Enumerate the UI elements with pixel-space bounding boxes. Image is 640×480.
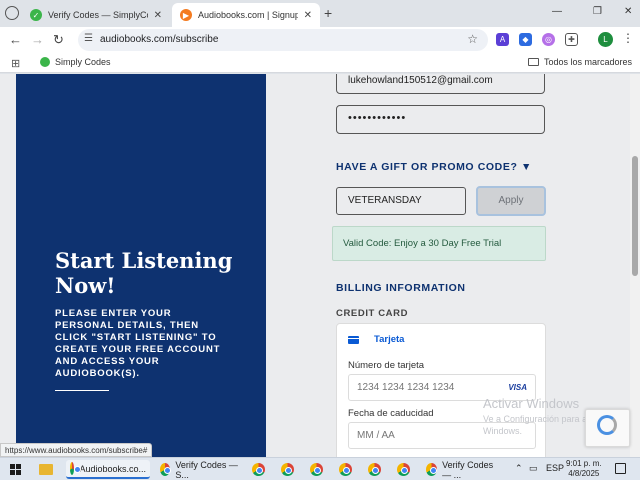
close-window-icon[interactable]: ✕: [624, 6, 632, 17]
billing-heading: BILLING INFORMATION: [336, 282, 466, 294]
minimize-icon[interactable]: —: [552, 6, 562, 17]
bookmarks-bar: ⊞ Simply Codes Todos los marcadores: [0, 53, 640, 73]
hero-title: Start Listening Now!: [55, 248, 233, 298]
tab-label: Audiobooks.com | Signup for a: [198, 10, 298, 20]
bookmark-simply-codes[interactable]: Simply Codes: [40, 57, 111, 67]
status-url-bubble: https://www.audiobooks.com/subscribe#: [0, 443, 153, 457]
taskbar-app-audiobooks[interactable]: Audiobooks.co...: [66, 460, 150, 479]
clock-time: 9:01 p. m.: [566, 459, 602, 468]
extensions-puzzle-icon[interactable]: ✚: [565, 33, 578, 46]
menu-kebab-icon[interactable]: ⋮: [622, 31, 634, 45]
chrome-icon[interactable]: [310, 463, 323, 476]
apps-grid-icon[interactable]: ⊞: [11, 57, 20, 70]
back-icon[interactable]: ←: [9, 32, 22, 47]
bookmark-star-icon[interactable]: ☆: [467, 32, 478, 46]
clock-date: 4/8/2025: [568, 469, 600, 478]
hero-body: PLEASE ENTER YOUR PERSONAL DETAILS, THEN…: [55, 308, 221, 379]
all-bookmarks[interactable]: Todos los marcadores: [527, 57, 632, 67]
card-number-label: Número de tarjeta: [348, 360, 425, 371]
tab-audiobooks[interactable]: ▶ Audiobooks.com | Signup for a ✕: [172, 3, 320, 27]
shield-icon[interactable]: ◆: [519, 33, 532, 46]
valid-code-alert: Valid Code: Enjoy a 30 Day Free Trial: [332, 226, 546, 261]
apply-button[interactable]: Apply: [476, 186, 546, 216]
page-scrollbar[interactable]: [630, 74, 640, 457]
password-field[interactable]: ••••••••••••: [336, 105, 545, 134]
all-bookmarks-label: Todos los marcadores: [543, 57, 632, 67]
close-icon[interactable]: ✕: [304, 10, 312, 21]
taskbar-app-verify-codes-2[interactable]: Verify Codes — ...: [422, 459, 508, 480]
close-icon[interactable]: ✕: [154, 10, 162, 21]
reload-icon[interactable]: ↻: [53, 32, 64, 48]
extension-a-icon[interactable]: A: [496, 33, 509, 46]
forward-icon[interactable]: →: [31, 32, 44, 47]
card-tab-label: Tarjeta: [374, 334, 405, 345]
browser-toolbar: ← → ↻ ☰ audiobooks.com/subscribe ☆ A ◆ ◎…: [0, 27, 640, 53]
chrome-icon: [70, 462, 83, 475]
expiry-label: Fecha de caducidad: [348, 408, 434, 419]
visa-icon: VISA: [508, 383, 527, 392]
tab-strip: ✓ Verify Codes — SimplyCodes ✕ ▶ Audiobo…: [0, 0, 640, 27]
file-explorer-icon[interactable]: [39, 464, 53, 475]
profile-avatar[interactable]: L: [598, 32, 613, 47]
site-info-icon[interactable]: ☰: [84, 33, 93, 44]
recaptcha-icon: [597, 415, 617, 435]
card-number-placeholder: 1234 1234 1234 1234: [357, 382, 455, 393]
hero-divider: [55, 390, 109, 391]
extension-purple-icon[interactable]: ◎: [542, 33, 555, 46]
chevron-up-icon[interactable]: ⌃: [515, 463, 523, 474]
taskbar-clock[interactable]: 9:01 p. m. 4/8/2025: [566, 459, 602, 479]
audiobooks-favicon-icon: ▶: [180, 9, 192, 21]
scrollbar-thumb[interactable]: [632, 156, 638, 276]
notification-icon[interactable]: [615, 463, 626, 474]
address-bar[interactable]: ☰ audiobooks.com/subscribe ☆: [78, 29, 488, 51]
network-icon[interactable]: ▭: [529, 463, 538, 474]
promo-code-input[interactable]: VETERANSDAY: [336, 187, 466, 215]
tab-search-icon[interactable]: [5, 6, 19, 20]
chrome-icon: [160, 463, 172, 476]
url-text: audiobooks.com/subscribe: [100, 34, 219, 45]
caret-down-icon: ▼: [521, 161, 532, 173]
tab-label: Verify Codes — SimplyCodes: [48, 10, 148, 20]
simplycodes-favicon-icon: ✓: [30, 9, 42, 21]
restore-icon[interactable]: ❐: [593, 6, 602, 17]
hero-panel: Start Listening Now! PLEASE ENTER YOUR P…: [16, 74, 266, 457]
email-field[interactable]: lukehowland150512@gmail.com: [336, 74, 545, 94]
taskbar-app-label: Verify Codes — S...: [175, 459, 238, 480]
promo-toggle[interactable]: HAVE A GIFT OR PROMO CODE? ▼: [336, 161, 532, 173]
expiry-placeholder: MM / AA: [357, 430, 395, 441]
bookmark-label: Simply Codes: [55, 57, 111, 67]
chrome-icon[interactable]: [339, 463, 352, 476]
credit-card-heading: CREDIT CARD: [336, 308, 409, 319]
taskbar-app-label: Audiobooks.co...: [79, 463, 146, 474]
chrome-icon[interactable]: [252, 463, 265, 476]
chrome-icon[interactable]: [368, 463, 381, 476]
recaptcha-badge[interactable]: [585, 409, 630, 447]
taskbar-app-verify-codes[interactable]: Verify Codes — S...: [156, 459, 242, 480]
chrome-icon[interactable]: [397, 463, 410, 476]
gift-heading: HAVE A GIFT OR PROMO CODE?: [336, 161, 518, 173]
windows-taskbar: Audiobooks.co... Verify Codes — S... Ver…: [0, 457, 640, 480]
language-indicator[interactable]: ESP: [546, 463, 564, 473]
credit-card-icon: [348, 335, 359, 344]
chrome-icon: [426, 463, 438, 476]
new-tab-icon[interactable]: +: [324, 5, 332, 21]
taskbar-app-label: Verify Codes — ...: [442, 459, 494, 480]
windows-start-icon[interactable]: [10, 464, 21, 475]
chrome-icon[interactable]: [281, 463, 294, 476]
folder-icon: [527, 58, 539, 66]
card-tab[interactable]: Tarjeta: [348, 334, 404, 345]
tab-verify-codes[interactable]: ✓ Verify Codes — SimplyCodes ✕: [22, 3, 170, 27]
simplycodes-favicon-icon: [40, 57, 50, 67]
